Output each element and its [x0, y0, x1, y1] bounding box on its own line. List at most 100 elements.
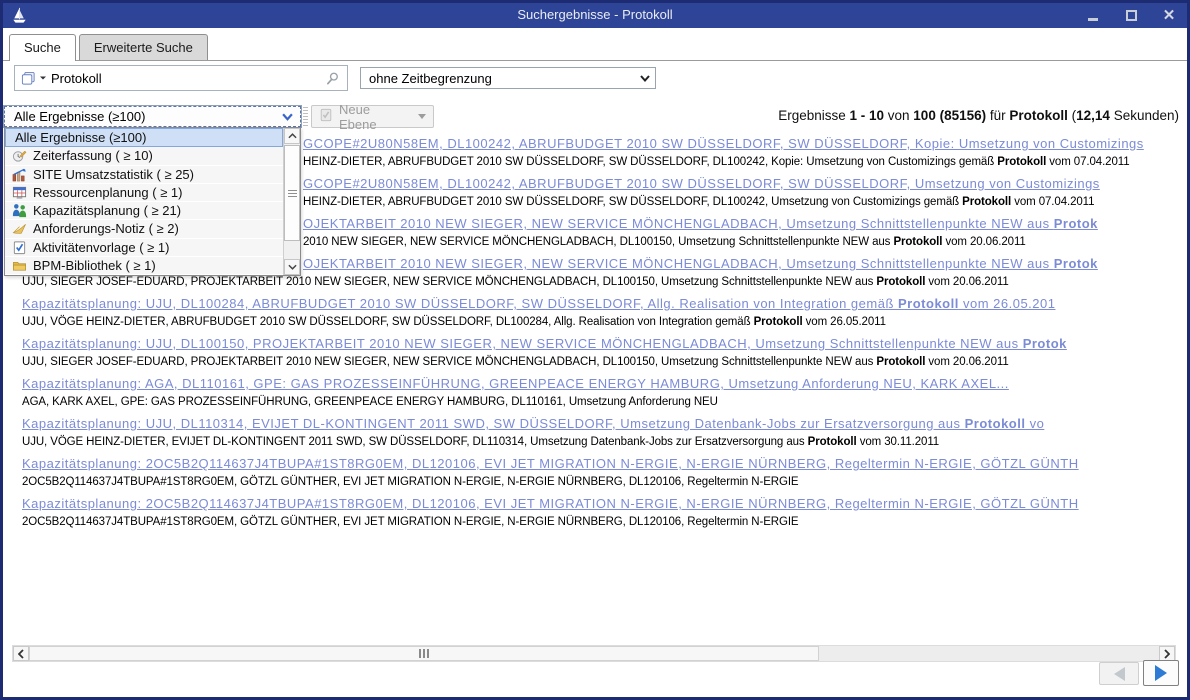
dropdown-item[interactable]: Kapazitätsplanung ( ≥ 21)	[5, 202, 283, 220]
text-segment: vom 20.06.2011	[925, 276, 1008, 288]
category-selected-value: Alle Ergebnisse (≥100)	[14, 109, 145, 124]
dropdown-scrollbar[interactable]	[283, 128, 300, 275]
search-scope-icon[interactable]	[21, 71, 36, 86]
next-page-button[interactable]	[1143, 660, 1179, 686]
result-title-link[interactable]: Kapazitätsplanung: 2OC5B2Q114637J4TBUPA#…	[22, 494, 1186, 514]
tab-suche[interactable]: Suche	[9, 34, 76, 61]
text-segment: Protokoll	[997, 156, 1046, 168]
text-segment: GCOPE#2U80N58EM, DL100242, ABRUFBUDGET 2…	[303, 136, 1144, 151]
content-area: Suche Erweiterte Suche	[3, 28, 1187, 697]
next-arrow-icon	[1155, 665, 1167, 681]
text-segment: Kapazitätsplanung: 2OC5B2Q114637J4TBUPA#…	[22, 456, 1079, 471]
dropdown-item[interactable]: Zeiterfassung ( ≥ 10)	[5, 147, 283, 165]
dropdown-item-label: Alle Ergebnisse (≥100)	[15, 130, 146, 145]
result-item: Kapazitätsplanung: 2OC5B2Q114637J4TBUPA#…	[22, 454, 1186, 490]
horizontal-scrollbar[interactable]	[12, 645, 1176, 662]
dropdown-item[interactable]: BPM-Bibliothek ( ≥ 1)	[5, 257, 283, 275]
search-input[interactable]	[47, 71, 325, 86]
summary-segment: von	[884, 108, 913, 123]
chevron-down-icon	[418, 114, 426, 119]
result-title-link[interactable]: Kapazitätsplanung: UJU, DL110314, EVIJET…	[22, 414, 1186, 434]
scrollbar-track[interactable]	[29, 646, 1159, 661]
result-item: Kapazitätsplanung: UJU, DL110314, EVIJET…	[22, 414, 1186, 450]
anforderungs-notiz-icon	[11, 221, 27, 237]
scrollbar-thumb[interactable]	[29, 646, 819, 661]
result-detail: UJU, SIEGER JOSEF-EDUARD, PROJEKTARBEIT …	[22, 274, 1186, 290]
minimize-button[interactable]	[1085, 8, 1101, 24]
minimize-icon	[1088, 18, 1098, 21]
time-filter-combobox[interactable]: ohne Zeitbegrenzung	[360, 67, 656, 89]
text-segment: Protokoll	[754, 316, 803, 328]
text-segment: UJU, VÖGE HEINZ-DIETER, EVIJET DL-KONTIN…	[22, 436, 808, 448]
dropdown-item[interactable]: Alle Ergebnisse (≥100)	[5, 128, 283, 147]
result-title-link[interactable]: Kapazitätsplanung: UJU, DL100284, ABRUFB…	[22, 294, 1186, 314]
text-segment: Protokoll	[876, 356, 925, 368]
result-detail: 2OC5B2Q114637J4TBUPA#1ST8RG0EM, GÖTZL GÜ…	[22, 474, 1186, 490]
result-title-link[interactable]: Kapazitätsplanung: UJU, DL100150, PROJEK…	[22, 334, 1186, 354]
previous-page-button[interactable]	[1099, 662, 1139, 685]
dropdown-item-label: SITE Umsatzstatistik ( ≥ 25)	[33, 167, 194, 182]
scroll-right-button[interactable]	[1159, 646, 1175, 661]
window-controls: ✕	[1085, 3, 1177, 28]
result-item: Kapazitätsplanung: UJU, DL100150, PROJEK…	[22, 334, 1186, 370]
maximize-button[interactable]	[1123, 8, 1139, 24]
text-segment: OJEKTARBEIT 2010 NEW SIEGER, NEW SERVICE…	[303, 216, 1054, 231]
text-segment: Protokoll	[893, 236, 942, 248]
category-combobox[interactable]: Alle Ergebnisse (≥100)	[4, 106, 301, 127]
result-detail: AGA, KARK AXEL, GPE: GAS PROZESSEINFÜHRU…	[22, 394, 1186, 410]
result-detail: UJU, VÖGE HEINZ-DIETER, EVIJET DL-KONTIN…	[22, 434, 1186, 450]
maximize-icon	[1126, 10, 1137, 21]
chevron-down-icon[interactable]	[282, 113, 293, 121]
scroll-down-button[interactable]	[284, 259, 300, 275]
scroll-up-button[interactable]	[284, 128, 300, 144]
text-segment: 2OC5B2Q114637J4TBUPA#1ST8RG0EM, GÖTZL GÜ…	[22, 516, 799, 528]
text-segment: vom 26.05.201	[959, 296, 1056, 311]
result-detail: UJU, VÖGE HEINZ-DIETER, ABRUFBUDGET 2010…	[22, 314, 1186, 330]
scrollbar-thumb[interactable]	[284, 145, 300, 241]
text-segment: UJU, SIEGER JOSEF-EDUARD, PROJEKTARBEIT …	[22, 276, 876, 288]
result-title-link[interactable]: Kapazitätsplanung: 2OC5B2Q114637J4TBUPA#…	[22, 454, 1186, 474]
text-segment: UJU, SIEGER JOSEF-EDUARD, PROJEKTARBEIT …	[22, 356, 876, 368]
tab-erweiterte-suche[interactable]: Erweiterte Suche	[79, 34, 208, 60]
text-segment: 2OC5B2Q114637J4TBUPA#1ST8RG0EM, GÖTZL GÜ…	[22, 476, 799, 488]
text-segment: UJU, VÖGE HEINZ-DIETER, ABRUFBUDGET 2010…	[22, 316, 754, 328]
dropdown-item-label: Zeiterfassung ( ≥ 10)	[33, 148, 153, 163]
text-segment: Protokoll	[965, 416, 1026, 431]
search-field[interactable]	[14, 65, 348, 91]
dropdown-item[interactable]: Aktivitätenvorlage ( ≥ 1)	[5, 239, 283, 257]
text-segment: vom 30.11.2011	[857, 436, 939, 448]
dropdown-item-label: Kapazitätsplanung ( ≥ 21)	[33, 203, 181, 218]
text-segment: HEINZ-DIETER, ABRUFBUDGET 2010 SW DÜSSEL…	[303, 156, 997, 168]
text-segment: Protokoll	[808, 436, 857, 448]
site-umsatzstatistik-icon	[11, 166, 27, 182]
zeiterfassung-icon	[11, 148, 27, 164]
text-segment: Protok	[1054, 216, 1098, 231]
search-scope-caret-icon[interactable]	[39, 75, 47, 81]
time-filter-value: ohne Zeitbegrenzung	[369, 71, 492, 86]
result-title-link[interactable]: Kapazitätsplanung: AGA, DL110161, GPE: G…	[22, 374, 1186, 394]
toolbar-drag-handle[interactable]	[303, 107, 308, 127]
summary-segment: (	[1068, 108, 1076, 123]
text-segment: Kapazitätsplanung: AGA, DL110161, GPE: G…	[22, 376, 1009, 391]
text-segment: GCOPE#2U80N58EM, DL100242, ABRUFBUDGET 2…	[303, 176, 1100, 191]
close-button[interactable]: ✕	[1161, 8, 1177, 24]
dropdown-item[interactable]: Ressourcenplanung ( ≥ 1)	[5, 184, 283, 202]
titlebar: Suchergebnisse - Protokoll ✕	[3, 3, 1187, 28]
result-detail: UJU, SIEGER JOSEF-EDUARD, PROJEKTARBEIT …	[22, 354, 1186, 370]
dropdown-item[interactable]: SITE Umsatzstatistik ( ≥ 25)	[5, 166, 283, 184]
result-item: Kapazitätsplanung: UJU, DL100284, ABRUFB…	[22, 294, 1186, 330]
new-level-button[interactable]: Neue Ebene	[311, 105, 434, 128]
chevron-left-icon	[18, 649, 24, 659]
scroll-left-button[interactable]	[13, 646, 29, 661]
text-segment: Kapazitätsplanung: UJU, DL100150, PROJEK…	[22, 336, 1023, 351]
dropdown-item-label: Ressourcenplanung ( ≥ 1)	[33, 185, 183, 200]
dropdown-item[interactable]: Anforderungs-Notiz ( ≥ 2)	[5, 220, 283, 238]
summary-segment: für	[986, 108, 1009, 123]
chevron-down-icon[interactable]	[640, 75, 650, 82]
text-segment: Kapazitätsplanung: UJU, DL110314, EVIJET…	[22, 416, 965, 431]
search-icon[interactable]	[325, 71, 340, 86]
summary-segment: Ergebnisse	[778, 108, 849, 123]
text-segment: Protok	[1023, 336, 1067, 351]
result-item: Kapazitätsplanung: AGA, DL110161, GPE: G…	[22, 374, 1186, 410]
kapazitaetsplanung-icon	[11, 203, 27, 219]
